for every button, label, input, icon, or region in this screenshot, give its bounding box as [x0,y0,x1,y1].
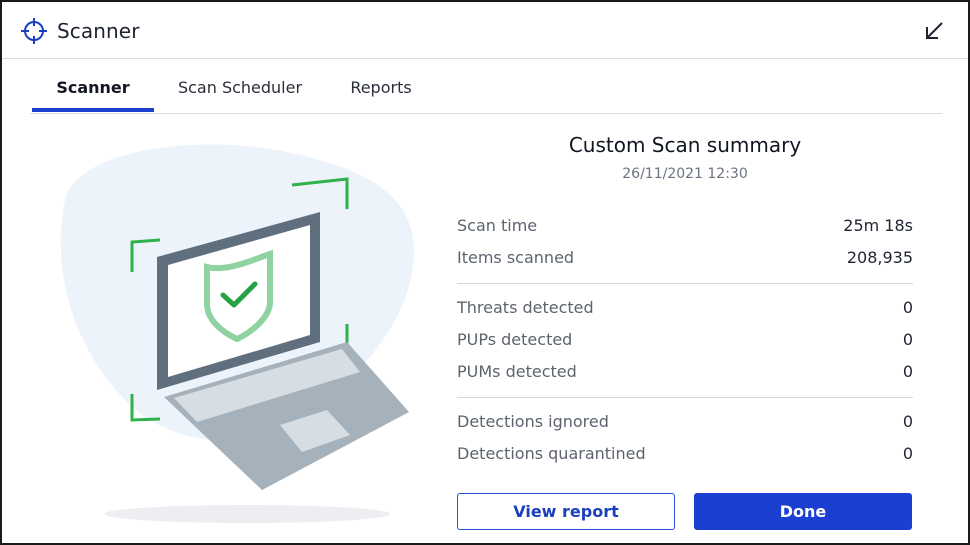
stat-value: 0 [902,298,913,317]
stat-label: PUMs detected [457,362,577,381]
active-tab-indicator [32,108,154,112]
stat-value: 0 [902,362,913,381]
arrow-down-left-icon[interactable] [922,19,946,43]
stat-row-ignored: Detections ignored 0 [457,412,913,436]
stat-value: 208,935 [846,248,913,267]
stat-label: Detections ignored [457,412,609,431]
tab-bar: Scanner Scan Scheduler Reports [30,60,942,114]
divider [457,397,913,398]
title-bar: Scanner [2,2,968,59]
tab-reports[interactable]: Reports [335,60,427,113]
app-title: Scanner [57,19,140,43]
stat-label: Threats detected [457,298,594,317]
crosshair-icon [21,18,47,44]
stat-row-pups: PUPs detected 0 [457,330,913,354]
stat-value: 0 [902,444,913,463]
stat-row-pums: PUMs detected 0 [457,362,913,386]
stat-row-scan-time: Scan time 25m 18s [457,216,913,240]
tab-scan-scheduler[interactable]: Scan Scheduler [170,60,310,113]
stat-label: PUPs detected [457,330,573,349]
stat-value: 0 [902,412,913,431]
stat-row-quarantined: Detections quarantined 0 [457,444,913,468]
view-report-button[interactable]: View report [457,493,675,530]
stat-label: Detections quarantined [457,444,646,463]
divider [457,283,913,284]
summary-date: 26/11/2021 12:30 [622,166,748,182]
stat-label: Items scanned [457,248,575,267]
scanner-window: Scanner Scanner Scan Scheduler Reports C… [0,0,970,545]
tab-scanner[interactable]: Scanner [32,60,154,113]
stat-row-threats: Threats detected 0 [457,298,913,322]
done-button[interactable]: Done [694,493,912,530]
laptop-shield-check-icon [60,144,415,523]
stat-label: Scan time [457,216,538,235]
stat-row-items-scanned: Items scanned 208,935 [457,248,913,272]
stat-value: 25m 18s [843,216,913,235]
summary-title: Custom Scan summary [568,133,802,157]
stat-value: 0 [902,330,913,349]
